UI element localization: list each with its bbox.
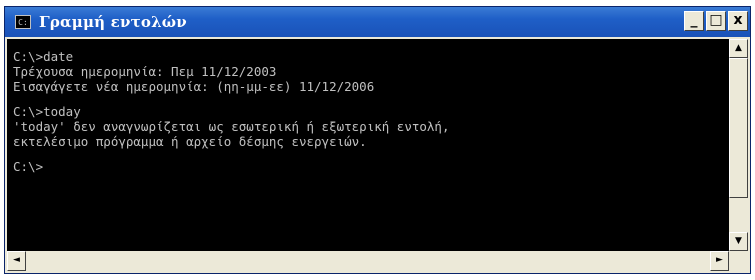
close-button[interactable]: x	[728, 11, 748, 31]
minimize-button[interactable]: _	[684, 11, 704, 31]
vertical-scroll-thumb[interactable]	[729, 58, 748, 198]
horizontal-scrollbar[interactable]: ◄ ►	[7, 251, 729, 271]
title-bar[interactable]: C: Γραμμή εντολών _ □ x	[5, 7, 750, 37]
console-icon[interactable]: C:	[15, 15, 31, 29]
console-line: C:\>date	[13, 49, 74, 64]
scroll-right-arrow-icon[interactable]: ►	[710, 251, 729, 271]
console-line: Εισαγάγετε νέα ημερομηνία: (ηη-μμ-εε) 11…	[13, 79, 375, 94]
scroll-down-arrow-icon[interactable]: ▼	[729, 232, 748, 251]
console-line: εκτελέσιμο πρόγραμμα ή αρχείο δέσμης ενε…	[13, 134, 367, 149]
vertical-scrollbar[interactable]: ▲ ▼	[729, 39, 748, 251]
scrollbar-corner	[729, 251, 748, 271]
window-title: Γραμμή εντολών	[39, 13, 187, 31]
console-line: 'today' δεν αναγνωρίζεται ως εσωτερική ή…	[13, 119, 450, 134]
scroll-left-arrow-icon[interactable]: ◄	[7, 251, 26, 271]
console-prompt: C:\>	[13, 159, 44, 174]
window-controls: _ □ x	[684, 11, 748, 31]
console-output[interactable]: C:\>date Τρέχουσα ημερομηνία: Πεμ 11/12/…	[7, 39, 729, 251]
console-line: Τρέχουσα ημερομηνία: Πεμ 11/12/2003	[13, 64, 277, 79]
console-line: C:\>today	[13, 104, 81, 119]
scroll-up-arrow-icon[interactable]: ▲	[729, 39, 748, 58]
command-prompt-window: C: Γραμμή εντολών _ □ x C:\>date Τρέχουσ…	[4, 6, 751, 274]
maximize-button[interactable]: □	[706, 11, 726, 31]
